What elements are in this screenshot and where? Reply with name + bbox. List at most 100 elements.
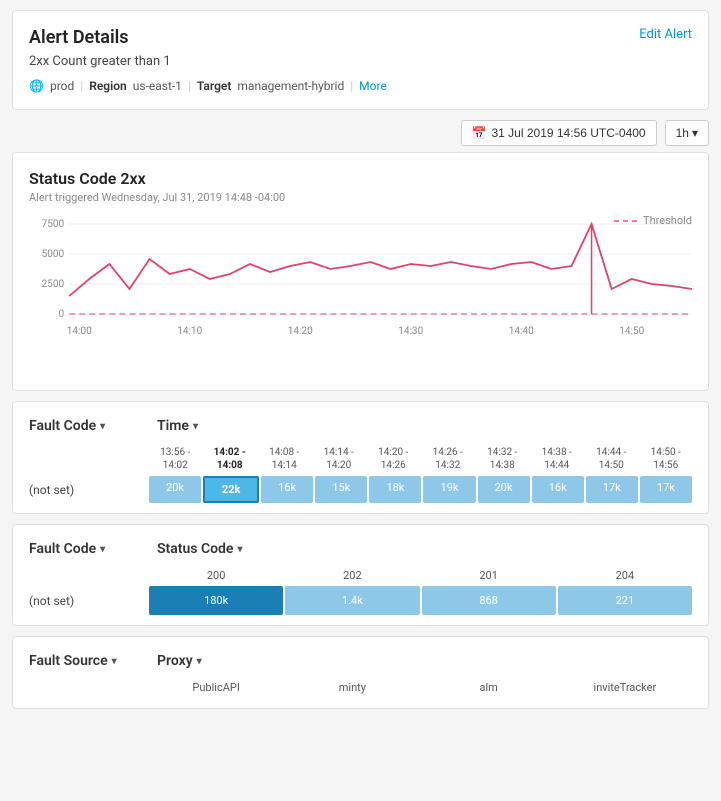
svg-text:14:00: 14:00 xyxy=(67,326,92,337)
time-cell: 18k xyxy=(369,476,421,503)
time-cell: 16k xyxy=(261,476,313,503)
edit-alert-link[interactable]: Edit Alert xyxy=(639,27,692,42)
fault-code-label: Fault Code xyxy=(29,418,96,434)
svg-text:14:40: 14:40 xyxy=(509,326,534,337)
time-cell: 15k xyxy=(315,476,367,503)
proxy-col-label: minty xyxy=(285,681,419,694)
status-table-headers: Fault Code ▾ Status Code ▾ xyxy=(29,541,692,557)
date-value: 31 Jul 2019 14:56 UTC-0400 xyxy=(492,126,646,140)
time-col-label: 14:32 -14:38 xyxy=(476,446,529,472)
status-col-label: 202 xyxy=(285,569,419,582)
time-table-card: Fault Code ▾ Time ▾ 13:56 -14:0214:02 -1… xyxy=(12,401,709,514)
svg-text:2500: 2500 xyxy=(42,279,65,290)
time-range-button[interactable]: 1h ▾ xyxy=(665,120,709,146)
svg-text:5000: 5000 xyxy=(42,249,65,260)
time-col-label: 14:20 -14:26 xyxy=(367,446,420,472)
time-col-label: 14:14 -14:20 xyxy=(313,446,366,472)
proxy-col-label: PublicAPI xyxy=(149,681,283,694)
status-table-card: Fault Code ▾ Status Code ▾ 200202201204 … xyxy=(12,524,709,626)
status-cell: 221 xyxy=(558,586,692,615)
proxy-col-label: alm xyxy=(422,681,556,694)
time-cell: 20k xyxy=(478,476,530,503)
calendar-icon: 📅 xyxy=(472,126,487,140)
status-code-label: Status Code xyxy=(157,541,233,557)
fault-source-arrow: ▾ xyxy=(112,656,117,667)
time-col-headers: 13:56 -14:0214:02 -14:0814:08 -14:1414:1… xyxy=(149,446,692,472)
time-cell: 19k xyxy=(423,476,475,503)
chart-card: Status Code 2xx Alert triggered Wednesda… xyxy=(12,152,709,391)
region-value: us-east-1 xyxy=(133,79,182,93)
proxy-col-headers: PublicAPImintyalminviteTracker xyxy=(149,681,692,694)
chart-title: Status Code 2xx xyxy=(29,169,692,188)
svg-text:14:10: 14:10 xyxy=(177,326,202,337)
status-cell: 180k xyxy=(149,586,283,615)
chart-area: Threshold 7500 5000 2500 0 14:00 14: xyxy=(29,214,692,374)
status-table-row: (not set)180k1.4k868221 xyxy=(29,586,692,615)
table-row: (not set)20k22k16k15k18k19k20k16k17k17k xyxy=(29,476,692,503)
status-row-label: (not set) xyxy=(29,594,149,608)
status-col-label: 204 xyxy=(558,569,692,582)
fault-source-card: Fault Source ▾ Proxy ▾ PublicAPImintyalm… xyxy=(12,636,709,709)
time-cells: 20k22k16k15k18k19k20k16k17k17k xyxy=(149,476,692,503)
time-table: 13:56 -14:0214:02 -14:0814:08 -14:1414:1… xyxy=(29,446,692,503)
fault-source-label: Fault Source xyxy=(29,653,108,669)
status-cell: 1.4k xyxy=(285,586,419,615)
alert-details-card: Alert Details Edit Alert 2xx Count great… xyxy=(12,10,709,110)
alert-meta: 🌐 prod | Region us-east-1 | Target manag… xyxy=(29,79,692,93)
fault-source-header[interactable]: Fault Source ▾ xyxy=(29,653,149,669)
status-code-arrow: ▾ xyxy=(237,544,242,555)
svg-text:14:30: 14:30 xyxy=(398,326,423,337)
time-table-headers: Fault Code ▾ Time ▾ xyxy=(29,418,692,434)
chart-svg: 7500 5000 2500 0 14:00 14:10 14:20 14:30… xyxy=(29,214,692,354)
time-col-label: 14:44 -14:50 xyxy=(585,446,638,472)
status-table: 200202201204 (not set)180k1.4k868221 xyxy=(29,569,692,615)
svg-text:7500: 7500 xyxy=(42,219,65,230)
time-col-label: 14:50 -14:56 xyxy=(640,446,693,472)
time-cell: 20k xyxy=(149,476,201,503)
time-col-label: 14:38 -14:44 xyxy=(531,446,584,472)
time-arrow: ▾ xyxy=(193,421,198,432)
target-label: Target xyxy=(197,79,232,93)
svg-text:0: 0 xyxy=(59,309,65,320)
time-header[interactable]: Time ▾ xyxy=(157,418,198,434)
status-code-header[interactable]: Status Code ▾ xyxy=(157,541,242,557)
globe-icon: 🌐 xyxy=(29,79,44,93)
chart-subtitle: Alert triggered Wednesday, Jul 31, 2019 … xyxy=(29,191,692,204)
threshold-legend: Threshold xyxy=(614,214,692,227)
alert-title: Alert Details xyxy=(29,27,129,48)
time-col-label: 14:08 -14:14 xyxy=(258,446,311,472)
fault-code-arrow: ▾ xyxy=(100,421,105,432)
time-range-value: 1h xyxy=(676,126,689,140)
time-cell: 16k xyxy=(532,476,584,503)
proxy-arrow: ▾ xyxy=(197,656,202,667)
threshold-line-sample xyxy=(614,220,638,222)
fault-source-headers: Fault Source ▾ Proxy ▾ xyxy=(29,653,692,669)
chevron-down-icon: ▾ xyxy=(692,126,698,140)
time-cell: 17k xyxy=(640,476,692,503)
fault-code-header-2[interactable]: Fault Code ▾ xyxy=(29,541,149,557)
alert-condition: 2xx Count greater than 1 xyxy=(29,54,692,69)
env-value: prod xyxy=(50,79,74,93)
status-col-headers: 200202201204 xyxy=(149,569,692,582)
proxy-col-label: inviteTracker xyxy=(558,681,692,694)
time-col-label: 14:26 -14:32 xyxy=(422,446,475,472)
time-cell: 22k xyxy=(203,476,259,503)
fault-code-label-2: Fault Code xyxy=(29,541,96,557)
time-col-label: 13:56 -14:02 xyxy=(149,446,202,472)
time-cell: 17k xyxy=(586,476,638,503)
time-label: Time xyxy=(157,418,189,434)
more-link[interactable]: More xyxy=(359,79,387,93)
fault-code-header[interactable]: Fault Code ▾ xyxy=(29,418,149,434)
svg-text:14:50: 14:50 xyxy=(619,326,644,337)
svg-text:14:20: 14:20 xyxy=(288,326,313,337)
date-picker-button[interactable]: 📅 31 Jul 2019 14:56 UTC-0400 xyxy=(461,120,657,146)
status-col-label: 200 xyxy=(149,569,283,582)
toolbar-row: 📅 31 Jul 2019 14:56 UTC-0400 1h ▾ xyxy=(12,120,709,146)
time-col-label: 14:02 -14:08 xyxy=(204,446,257,472)
status-cells: 180k1.4k868221 xyxy=(149,586,692,615)
proxy-header[interactable]: Proxy ▾ xyxy=(157,653,202,669)
alert-details-header: Alert Details Edit Alert xyxy=(29,27,692,48)
threshold-label: Threshold xyxy=(643,214,692,227)
status-col-label: 201 xyxy=(422,569,556,582)
region-label: Region xyxy=(89,79,127,93)
